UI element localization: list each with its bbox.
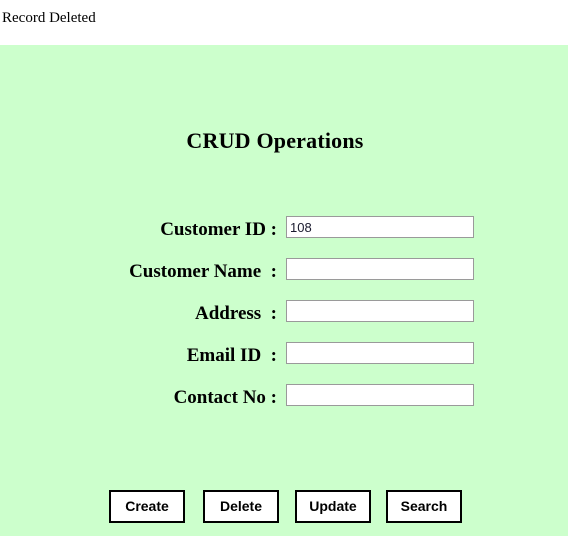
search-button[interactable]: Search xyxy=(386,490,462,523)
input-contact-no[interactable] xyxy=(286,384,474,406)
form-row-customer-id: Customer ID : xyxy=(0,215,568,257)
create-button[interactable]: Create xyxy=(109,490,185,523)
label-address: Address : xyxy=(195,303,277,324)
action-button-row: Create Delete Update Search xyxy=(109,490,568,524)
form-row-address: Address : xyxy=(0,299,568,341)
input-customer-id[interactable] xyxy=(286,216,474,238)
page-title: CRUD Operations xyxy=(186,128,364,153)
label-customer-name: Customer Name : xyxy=(129,261,277,282)
update-button[interactable]: Update xyxy=(295,490,371,523)
input-customer-name[interactable] xyxy=(286,258,474,280)
form-row-contact-no: Contact No : xyxy=(0,383,568,425)
label-customer-id: Customer ID : xyxy=(160,219,277,240)
input-email-id[interactable] xyxy=(286,342,474,364)
page-root: Record Deleted CRUD Operations Customer … xyxy=(0,0,568,536)
crud-form-panel: CRUD Operations Customer ID : Customer N… xyxy=(0,45,568,536)
form-row-customer-name: Customer Name : xyxy=(0,257,568,299)
delete-button[interactable]: Delete xyxy=(203,490,279,523)
form-fields: Customer ID : Customer Name : Address : … xyxy=(0,215,568,425)
input-address[interactable] xyxy=(286,300,474,322)
status-message: Record Deleted xyxy=(2,10,96,26)
form-row-email-id: Email ID : xyxy=(0,341,568,383)
label-email-id: Email ID : xyxy=(186,345,277,366)
status-message-band: Record Deleted xyxy=(0,0,568,45)
label-contact-no: Contact No : xyxy=(173,387,277,408)
